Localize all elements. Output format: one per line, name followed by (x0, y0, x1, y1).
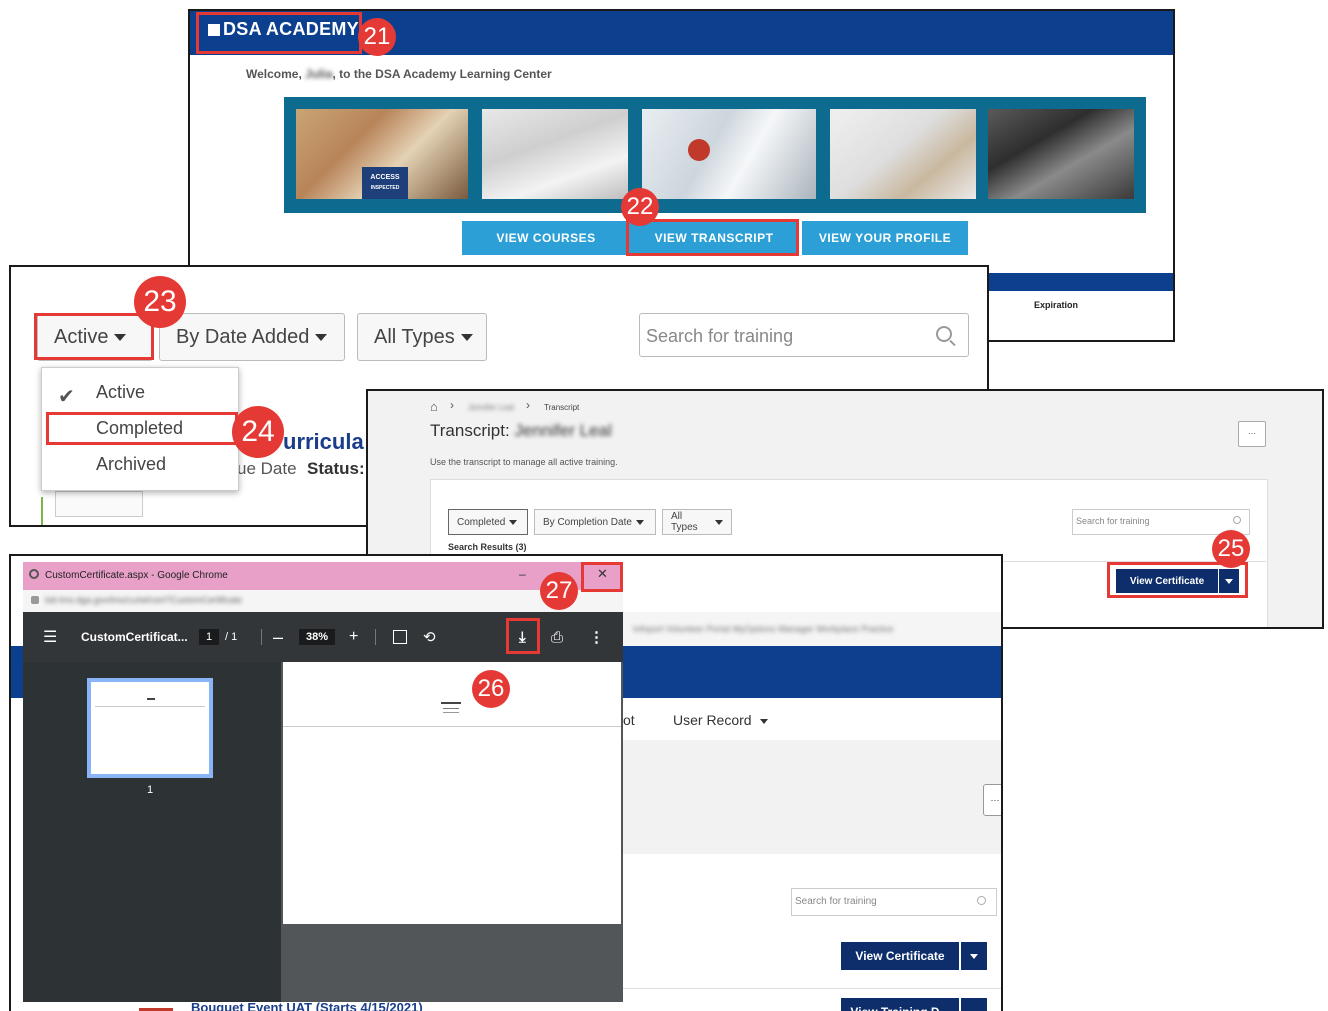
pdf-document-view (281, 662, 623, 1002)
photo-people: ACCESS INSPECTED (296, 109, 468, 199)
highlight-view-transcript (626, 219, 799, 256)
window-title: CustomCertificate.aspx - Google Chrome (45, 570, 228, 581)
welcome-name: Julia (305, 67, 333, 81)
highlight-close-button (581, 562, 623, 592)
pdf-page (283, 662, 621, 924)
view-courses-button[interactable]: VIEW COURSES (462, 221, 630, 255)
sort-by-completion-date[interactable]: By Completion Date (534, 509, 656, 535)
callout-27: 27 (540, 572, 578, 610)
status-filter-completed[interactable]: Completed (448, 509, 528, 535)
search-results-count: Search Results (3) (448, 542, 527, 552)
home-icon[interactable]: ⌂ (430, 399, 438, 414)
bg-view-certificate-button[interactable]: View Certificate (841, 942, 959, 970)
minimize-button[interactable]: – (519, 567, 526, 581)
zoom-level-input[interactable]: 38% (299, 629, 335, 645)
chevron-down-icon (315, 333, 328, 341)
page-total: / 1 (225, 631, 238, 643)
page-title: Transcript: Jennifer Leal (430, 421, 612, 440)
rotate-icon[interactable]: ⟲ (423, 612, 436, 662)
chevron-down-icon (635, 519, 644, 525)
photo-office (988, 109, 1134, 199)
highlight-download-button (506, 618, 540, 654)
search-icon (977, 896, 986, 905)
page-number-input[interactable]: 1 (199, 629, 219, 645)
chevron-down-icon (970, 953, 978, 959)
callout-26: 26 (472, 670, 510, 708)
breadcrumb-transcript: Transcript (544, 403, 580, 412)
photo-electric-car (642, 109, 816, 199)
callout-25: 25 (1212, 530, 1250, 568)
callout-24: 24 (232, 406, 284, 458)
menu-item-archived[interactable]: Archived (96, 454, 166, 475)
more-options-button[interactable]: ··· (1238, 421, 1266, 447)
bg-more-button[interactable]: ··· (983, 784, 1001, 816)
menu-item-active[interactable]: Active (96, 382, 145, 403)
hero-image-strip: ACCESS INSPECTED (284, 97, 1146, 213)
callout-21: 21 (358, 18, 396, 56)
type-filter-dropdown[interactable]: All Types (357, 313, 487, 361)
type-filter[interactable]: All Types (662, 509, 732, 535)
photo-writing (830, 109, 976, 199)
bg-due-date: ue Date (237, 459, 297, 478)
zoom-out-button[interactable]: – (273, 612, 283, 662)
menu-icon[interactable]: ☰ (43, 612, 57, 662)
page-thumbnail[interactable] (87, 678, 213, 778)
chevron-down-icon (759, 718, 768, 724)
bg-status-label: Status: (307, 459, 365, 478)
pdf-thumbnail-sidebar: 1 (23, 662, 281, 1002)
chrome-title-bar: CustomCertificate.aspx - Google Chrome –… (23, 562, 623, 590)
bg-view-training-button[interactable]: View Training D... (841, 998, 959, 1011)
chevron-right-icon: › (526, 398, 530, 412)
search-input[interactable]: Search for training (639, 313, 969, 357)
sort-filter-dropdown[interactable]: By Date Added (159, 313, 345, 361)
address-bar: lstt-lms.dga.gov/lms/cu/wt/cert?CustomCe… (23, 590, 623, 612)
check-icon: ✔ (58, 386, 75, 408)
print-icon[interactable]: ⎙ (551, 612, 563, 662)
highlight-completed-option (46, 412, 238, 445)
search-icon (1233, 516, 1241, 524)
url-text[interactable]: lstt-lms.dga.gov/lms/cu/wt/cert?CustomCe… (45, 595, 242, 605)
table-header-expiration: Expiration (1034, 300, 1079, 310)
chevron-right-icon: › (450, 398, 454, 412)
lock-icon (31, 596, 39, 604)
callout-23: 23 (134, 276, 186, 328)
chevron-down-icon (460, 333, 473, 341)
bg-user-record-menu[interactable]: User Record (673, 712, 768, 728)
highlight-logo (196, 12, 362, 54)
bg-bookmark-bar: Infoport Volunteer Portal MyOptions Mana… (623, 612, 1001, 646)
access-inspected-badge: ACCESS INSPECTED (362, 167, 408, 199)
bg-view-training-dropdown[interactable] (961, 998, 987, 1011)
more-vert-icon[interactable]: ⋮ (589, 612, 604, 662)
fit-page-icon[interactable] (393, 612, 407, 662)
view-profile-button[interactable]: VIEW YOUR PROFILE (802, 221, 968, 255)
chrome-icon (29, 569, 39, 579)
bg-nav-item[interactable]: ot (623, 712, 635, 728)
pdf-doc-title: CustomCertificat... (81, 630, 188, 644)
welcome-text: Welcome, Julia, to the DSA Academy Learn… (246, 67, 552, 81)
callout-22: 22 (621, 188, 659, 226)
photo-blueprints (482, 109, 628, 199)
breadcrumb-user[interactable]: Jennifer Leal (468, 403, 514, 412)
bg-curricula-title: urricula (283, 429, 364, 454)
chevron-down-icon (509, 519, 518, 525)
zoom-in-button[interactable]: + (349, 612, 358, 662)
chevron-down-icon (715, 519, 723, 525)
bg-search-input[interactable]: Search for training (791, 888, 997, 916)
bg-view-certificate-dropdown[interactable] (961, 942, 987, 970)
page-subtitle: Use the transcript to manage all active … (430, 457, 618, 467)
highlight-active-filter (34, 313, 154, 360)
thumbnail-page-number: 1 (147, 784, 154, 796)
